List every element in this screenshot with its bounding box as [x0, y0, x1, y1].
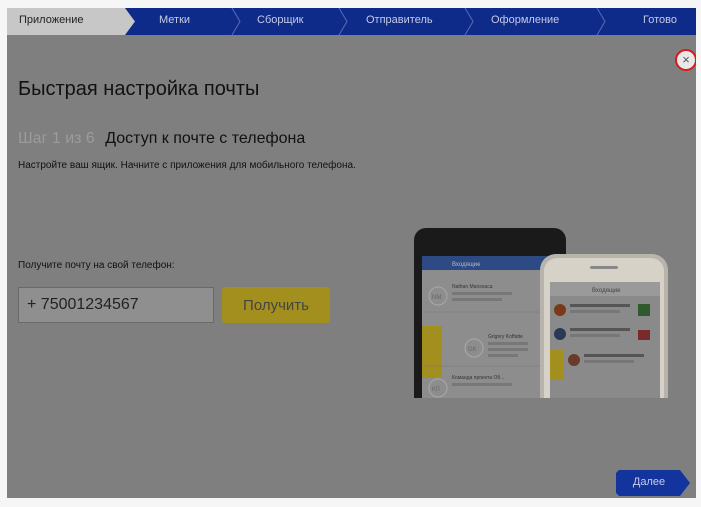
step-subtitle: Настройте ваш ящик. Начните с приложения…	[18, 160, 356, 171]
stepbar-background	[7, 8, 696, 35]
android-header-text: Входящие	[452, 262, 481, 268]
step-tab-labels[interactable]: Метки	[159, 14, 190, 26]
iphone-header-text: Входящие	[592, 288, 621, 294]
svg-text:NM: NM	[432, 295, 441, 301]
step-tab-design[interactable]: Оформление	[491, 14, 559, 26]
svg-text:GK: GK	[468, 347, 477, 353]
devices-preview: Входящие NM Nathan Mansouca GK Grigory K…	[412, 226, 672, 398]
svg-text:Команда проекта Об...: Команда проекта Об...	[452, 375, 504, 381]
step-tab-sender[interactable]: Отправитель	[366, 14, 433, 26]
svg-text:Nathan Mansouca: Nathan Mansouca	[452, 284, 493, 290]
step-line: Шаг 1 из 6 Доступ к почте с телефона	[18, 130, 305, 148]
step-heading: Доступ к почте с телефона	[105, 130, 306, 147]
step-tab-done[interactable]: Готово	[643, 14, 677, 26]
svg-text:КП: КП	[432, 387, 440, 393]
next-button-label: Далее	[632, 476, 666, 488]
step-counter: Шаг 1 из 6	[18, 130, 95, 147]
dialog-title: Быстрая настройка почты	[18, 78, 260, 100]
close-icon: ×	[682, 52, 690, 67]
close-button[interactable]: ×	[675, 49, 696, 71]
svg-text:Grigory Koffatte: Grigory Koffatte	[488, 334, 523, 340]
step-tab-app[interactable]: Приложение	[19, 14, 84, 26]
next-button[interactable]: Далее	[616, 470, 690, 496]
phone-input[interactable]	[18, 287, 214, 323]
setup-dialog: Приложение Метки Сборщик Отправитель Офо…	[7, 8, 696, 498]
wizard-stepbar: Приложение Метки Сборщик Отправитель Офо…	[7, 8, 696, 35]
phones-illustration: Входящие NM Nathan Mansouca GK Grigory K…	[414, 228, 668, 398]
phone-label: Получите почту на свой телефон:	[18, 260, 175, 271]
step-tab-collector[interactable]: Сборщик	[257, 14, 304, 26]
get-app-button[interactable]: Получить	[222, 287, 330, 323]
